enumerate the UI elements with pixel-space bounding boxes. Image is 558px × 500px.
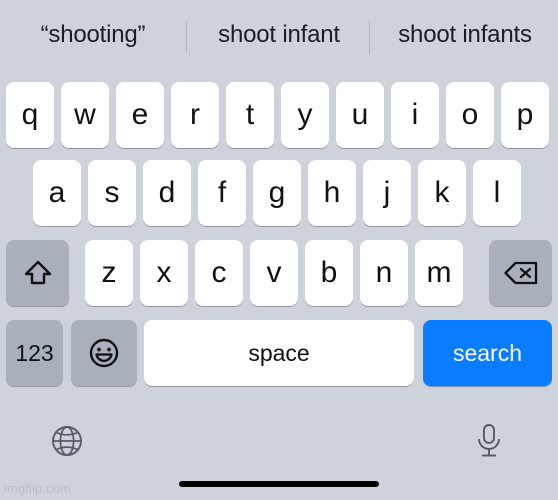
key-x[interactable]: x	[140, 240, 188, 306]
search-key[interactable]: search	[423, 320, 552, 386]
key-a[interactable]: a	[33, 160, 81, 226]
numeric-key[interactable]: 123	[6, 320, 63, 386]
home-indicator[interactable]	[179, 481, 379, 487]
key-h[interactable]: h	[308, 160, 356, 226]
backspace-delete-icon	[503, 260, 539, 286]
key-f[interactable]: f	[198, 160, 246, 226]
suggestion-item-1[interactable]: “shooting”	[0, 21, 186, 49]
key-n[interactable]: n	[360, 240, 408, 306]
key-s[interactable]: s	[88, 160, 136, 226]
keyboard-row-1: q w e r t y u i o p	[0, 82, 558, 148]
suggestion-item-3[interactable]: shoot infants	[372, 21, 558, 49]
key-r[interactable]: r	[171, 82, 219, 148]
key-e[interactable]: e	[116, 82, 164, 148]
emoji-key[interactable]	[71, 320, 137, 386]
emoji-smiley-icon	[88, 337, 120, 369]
key-u[interactable]: u	[336, 82, 384, 148]
key-w[interactable]: w	[61, 82, 109, 148]
key-k[interactable]: k	[418, 160, 466, 226]
suggestion-item-2[interactable]: shoot infant	[186, 21, 372, 49]
suggestion-divider	[369, 21, 370, 54]
key-q[interactable]: q	[6, 82, 54, 148]
key-c[interactable]: c	[195, 240, 243, 306]
key-l[interactable]: l	[473, 160, 521, 226]
key-i[interactable]: i	[391, 82, 439, 148]
space-key[interactable]: space	[144, 320, 414, 386]
key-m[interactable]: m	[415, 240, 463, 306]
keyboard-screen: “shooting” shoot infant shoot infants q …	[0, 0, 558, 500]
microphone-key[interactable]	[466, 418, 512, 464]
microphone-icon	[473, 422, 505, 460]
key-g[interactable]: g	[253, 160, 301, 226]
suggestion-divider	[186, 21, 187, 54]
shift-arrow-icon	[23, 258, 53, 288]
key-v[interactable]: v	[250, 240, 298, 306]
suggestion-bar: “shooting” shoot infant shoot infants	[0, 0, 558, 70]
key-j[interactable]: j	[363, 160, 411, 226]
key-z[interactable]: z	[85, 240, 133, 306]
keyboard-row-2: a s d f g h j k l	[0, 160, 558, 226]
key-o[interactable]: o	[446, 82, 494, 148]
key-p[interactable]: p	[501, 82, 549, 148]
globe-key[interactable]	[44, 418, 90, 464]
key-y[interactable]: y	[281, 82, 329, 148]
key-d[interactable]: d	[143, 160, 191, 226]
key-t[interactable]: t	[226, 82, 274, 148]
backspace-key[interactable]	[489, 240, 552, 306]
keyboard-row-3: z x c v b n m	[0, 240, 558, 306]
globe-icon	[49, 423, 85, 459]
watermark: imgflip.com	[4, 481, 71, 496]
keyboard-row-4: 123 space search	[0, 320, 558, 386]
key-b[interactable]: b	[305, 240, 353, 306]
shift-key[interactable]	[6, 240, 69, 306]
